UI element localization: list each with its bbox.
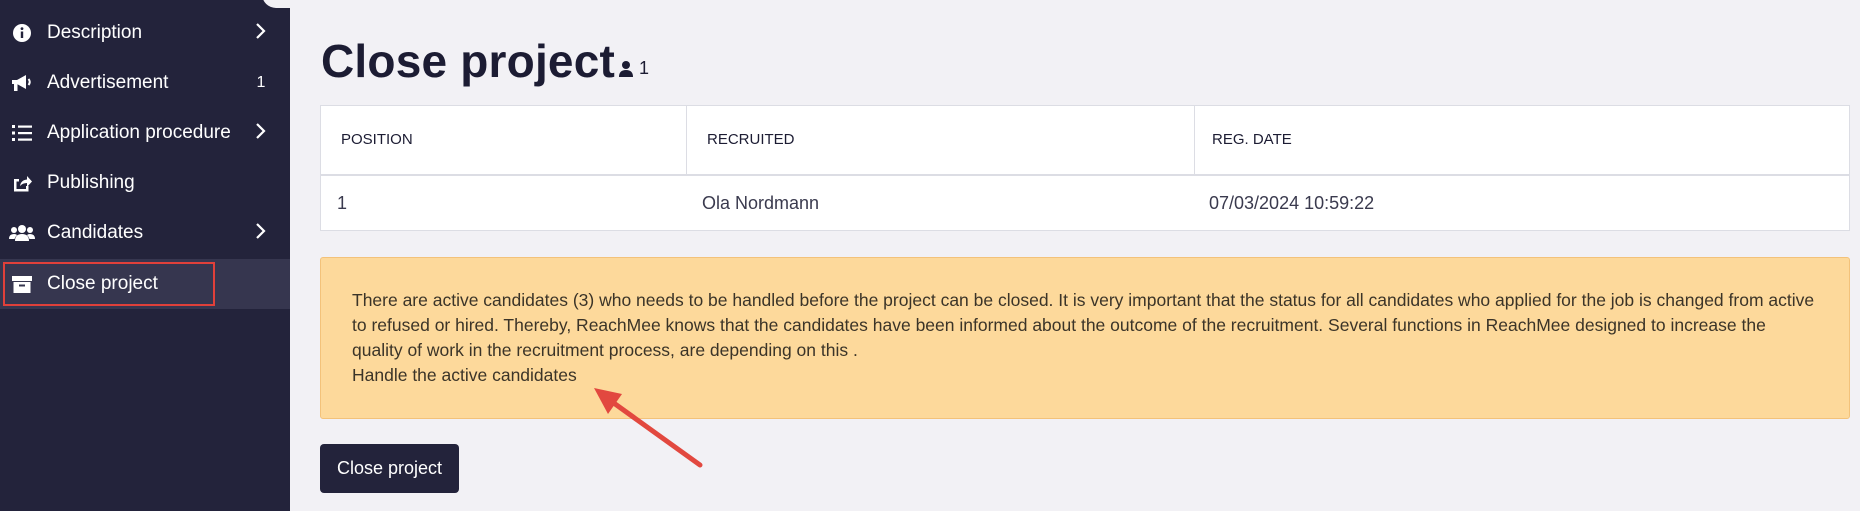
sidebar: Description Advertisement 1 Application … <box>0 0 292 511</box>
sidebar-item-label: Publishing <box>47 172 135 193</box>
table-header: POSITION RECRUITED REG. DATE <box>321 106 1849 176</box>
archive-box-icon <box>9 273 35 295</box>
column-header-recruited[interactable]: RECRUITED <box>707 106 795 174</box>
chevron-right-icon <box>246 22 276 45</box>
sidebar-item-application-procedure[interactable]: Application procedure <box>0 108 290 158</box>
active-candidates-warning: There are active candidates (3) who need… <box>320 257 1850 419</box>
user-count: 1 <box>618 58 649 79</box>
column-divider <box>686 106 687 174</box>
annotation-arrow-icon <box>594 388 703 468</box>
sidebar-item-label: Advertisement <box>47 72 169 93</box>
sidebar-item-description[interactable]: Description <box>0 8 290 58</box>
recruited-table: POSITION RECRUITED REG. DATE 1 Ola Nordm… <box>320 105 1850 231</box>
cell-reg-date: 07/03/2024 10:59:22 <box>1209 193 1375 213</box>
sidebar-item-candidates[interactable]: Candidates <box>0 208 290 258</box>
sidebar-notch <box>262 0 292 8</box>
sidebar-item-label: Application procedure <box>47 122 231 143</box>
sidebar-item-label: Description <box>47 22 143 43</box>
handle-active-candidates-link[interactable]: Handle the active candidates <box>352 363 1819 388</box>
column-header-reg-date[interactable]: REG. DATE <box>1212 106 1292 174</box>
cell-position: 1 <box>337 193 348 213</box>
column-header-position[interactable]: POSITION <box>341 106 413 174</box>
chevron-right-icon <box>246 122 276 145</box>
users-icon <box>9 222 35 244</box>
warning-text: There are active candidates (3) who need… <box>352 290 1815 360</box>
page-title: Close project <box>321 35 616 87</box>
sidebar-item-label: Close project <box>47 273 158 294</box>
cell-recruited: Ola Nordmann <box>702 193 820 213</box>
numbered-list-icon <box>9 122 35 144</box>
info-circle-icon <box>9 22 35 44</box>
advertisement-count-badge: 1 <box>256 74 266 91</box>
chevron-right-icon <box>246 222 276 245</box>
sidebar-item-publishing[interactable]: Publishing <box>0 158 290 208</box>
sidebar-item-advertisement[interactable]: Advertisement 1 <box>0 58 290 108</box>
user-icon <box>619 61 633 77</box>
sidebar-item-close-project[interactable]: Close project <box>0 259 290 309</box>
sidebar-item-label: Candidates <box>47 222 144 243</box>
share-icon <box>9 172 35 194</box>
user-count-value: 1 <box>639 58 650 78</box>
column-divider <box>1194 106 1195 174</box>
close-project-button[interactable]: Close project <box>320 444 459 493</box>
megaphone-icon <box>9 72 35 94</box>
